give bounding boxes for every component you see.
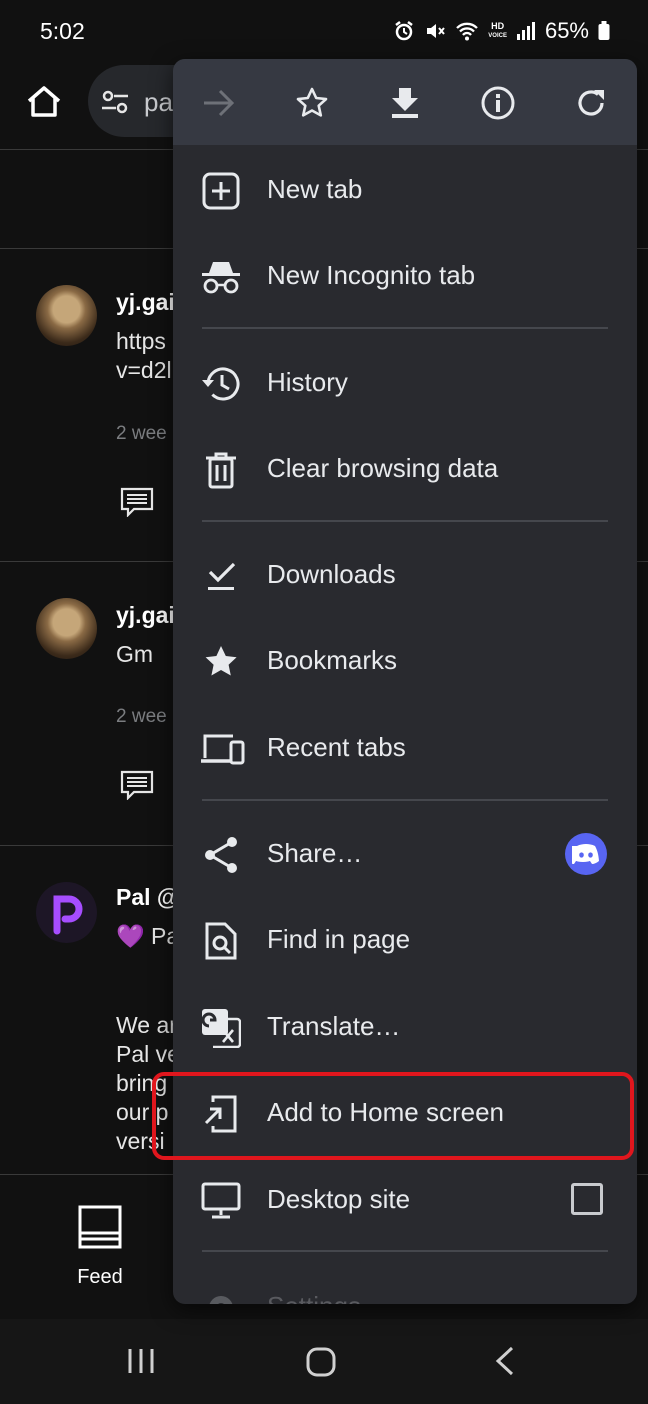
post-timestamp: 2 wee [116, 706, 167, 727]
home-icon [27, 86, 61, 117]
comment-icon[interactable] [120, 770, 154, 805]
menu-item-new-tab[interactable]: New tab [173, 147, 637, 233]
mute-icon [424, 20, 446, 42]
tab-feed[interactable]: Feed [70, 1205, 130, 1289]
info-icon[interactable] [476, 81, 520, 125]
menu-divider [202, 327, 608, 329]
menu-item-label: Desktop site [267, 1184, 411, 1214]
battery-percent: 65% [544, 18, 589, 43]
menu-item-label: New tab [267, 174, 363, 204]
devices-icon [199, 729, 245, 769]
feed-icon [78, 1205, 122, 1249]
avatar[interactable] [36, 285, 97, 346]
menu-item-recent-tabs[interactable]: Recent tabs [173, 705, 637, 791]
back-button[interactable] [490, 1345, 520, 1382]
menu-item-label: Downloads [267, 559, 396, 589]
bookmark-star-icon[interactable] [290, 81, 334, 125]
bookmarks-star-icon [201, 642, 241, 682]
status-bar: 5:02 HD VOICE 65% [0, 0, 648, 62]
menu-item-label: Settings [267, 1291, 361, 1304]
system-home-button[interactable] [306, 1347, 336, 1382]
menu-item-label: Clear browsing data [267, 453, 499, 483]
hd-voice-badge: HD VOICE [488, 21, 507, 40]
recents-icon [128, 1349, 154, 1373]
find-in-page-icon [201, 921, 241, 961]
wifi-icon [455, 20, 479, 42]
battery-icon [598, 21, 610, 41]
new-tab-icon [201, 171, 241, 211]
highlight-box [152, 1072, 634, 1160]
post-text: https v=d2l [116, 328, 172, 383]
tab-feed-label: Feed [77, 1266, 123, 1288]
post-author[interactable]: yj.gai [116, 602, 175, 629]
menu-item-new-incognito-tab[interactable]: New Incognito tab [173, 233, 637, 319]
settings-icon [201, 1288, 241, 1304]
post-author[interactable]: yj.gai [116, 289, 175, 316]
menu-item-label: Recent tabs [267, 732, 406, 762]
post-timestamp: 2 wee [116, 423, 167, 444]
system-navigation [0, 1319, 648, 1404]
back-icon [495, 1346, 514, 1376]
share-icon [201, 835, 241, 875]
menu-item-label: Translate… [267, 1011, 401, 1041]
status-time: 5:02 [40, 18, 85, 44]
comment-icon[interactable] [120, 487, 154, 522]
incognito-icon [201, 257, 241, 297]
downloads-icon [201, 556, 241, 596]
history-icon [201, 364, 241, 404]
url-text: pa [144, 87, 173, 117]
desktop-icon [201, 1181, 241, 1221]
post-author[interactable]: Pal @ [116, 884, 179, 911]
discord-icon[interactable] [565, 833, 607, 875]
menu-item-label: Find in page [267, 924, 411, 954]
translate-icon [201, 1008, 241, 1048]
download-icon[interactable] [383, 81, 427, 125]
menu-item-settings[interactable]: Settings [173, 1264, 637, 1304]
reload-icon[interactable] [569, 81, 613, 125]
menu-item-downloads[interactable]: Downloads [173, 532, 637, 618]
home-circle-icon [306, 1347, 336, 1377]
post-text: Gm [116, 641, 154, 667]
desktop-site-checkbox[interactable] [571, 1183, 603, 1215]
status-icons: HD VOICE 65% [393, 18, 610, 44]
post-text: 💜 Pa [116, 923, 180, 949]
menu-item-history[interactable]: History [173, 340, 637, 426]
menu-item-desktop-site[interactable]: Desktop site [173, 1157, 637, 1243]
menu-item-label: New Incognito tab [267, 260, 476, 290]
avatar[interactable] [36, 882, 97, 943]
menu-action-row [173, 59, 637, 145]
alarm-icon [393, 20, 415, 42]
avatar[interactable] [36, 598, 97, 659]
menu-item-find-in-page[interactable]: Find in page [173, 897, 637, 983]
menu-divider [202, 520, 608, 522]
menu-item-clear-browsing-data[interactable]: Clear browsing data [173, 426, 637, 512]
menu-item-label: Bookmarks [267, 645, 398, 675]
site-settings-icon[interactable] [100, 89, 130, 120]
menu-item-label: Share… [267, 838, 363, 868]
home-button[interactable] [22, 80, 66, 124]
menu-item-bookmarks[interactable]: Bookmarks [173, 618, 637, 704]
signal-icon [516, 21, 536, 41]
forward-icon[interactable] [197, 81, 241, 125]
menu-divider [202, 799, 608, 801]
menu-item-label: History [267, 367, 348, 397]
menu-divider [202, 1250, 608, 1252]
recents-button[interactable] [126, 1347, 156, 1380]
menu-item-translate[interactable]: Translate… [173, 984, 637, 1070]
pal-logo-icon [53, 895, 82, 934]
menu-item-share[interactable]: Share… [173, 811, 637, 897]
trash-icon [201, 450, 241, 490]
